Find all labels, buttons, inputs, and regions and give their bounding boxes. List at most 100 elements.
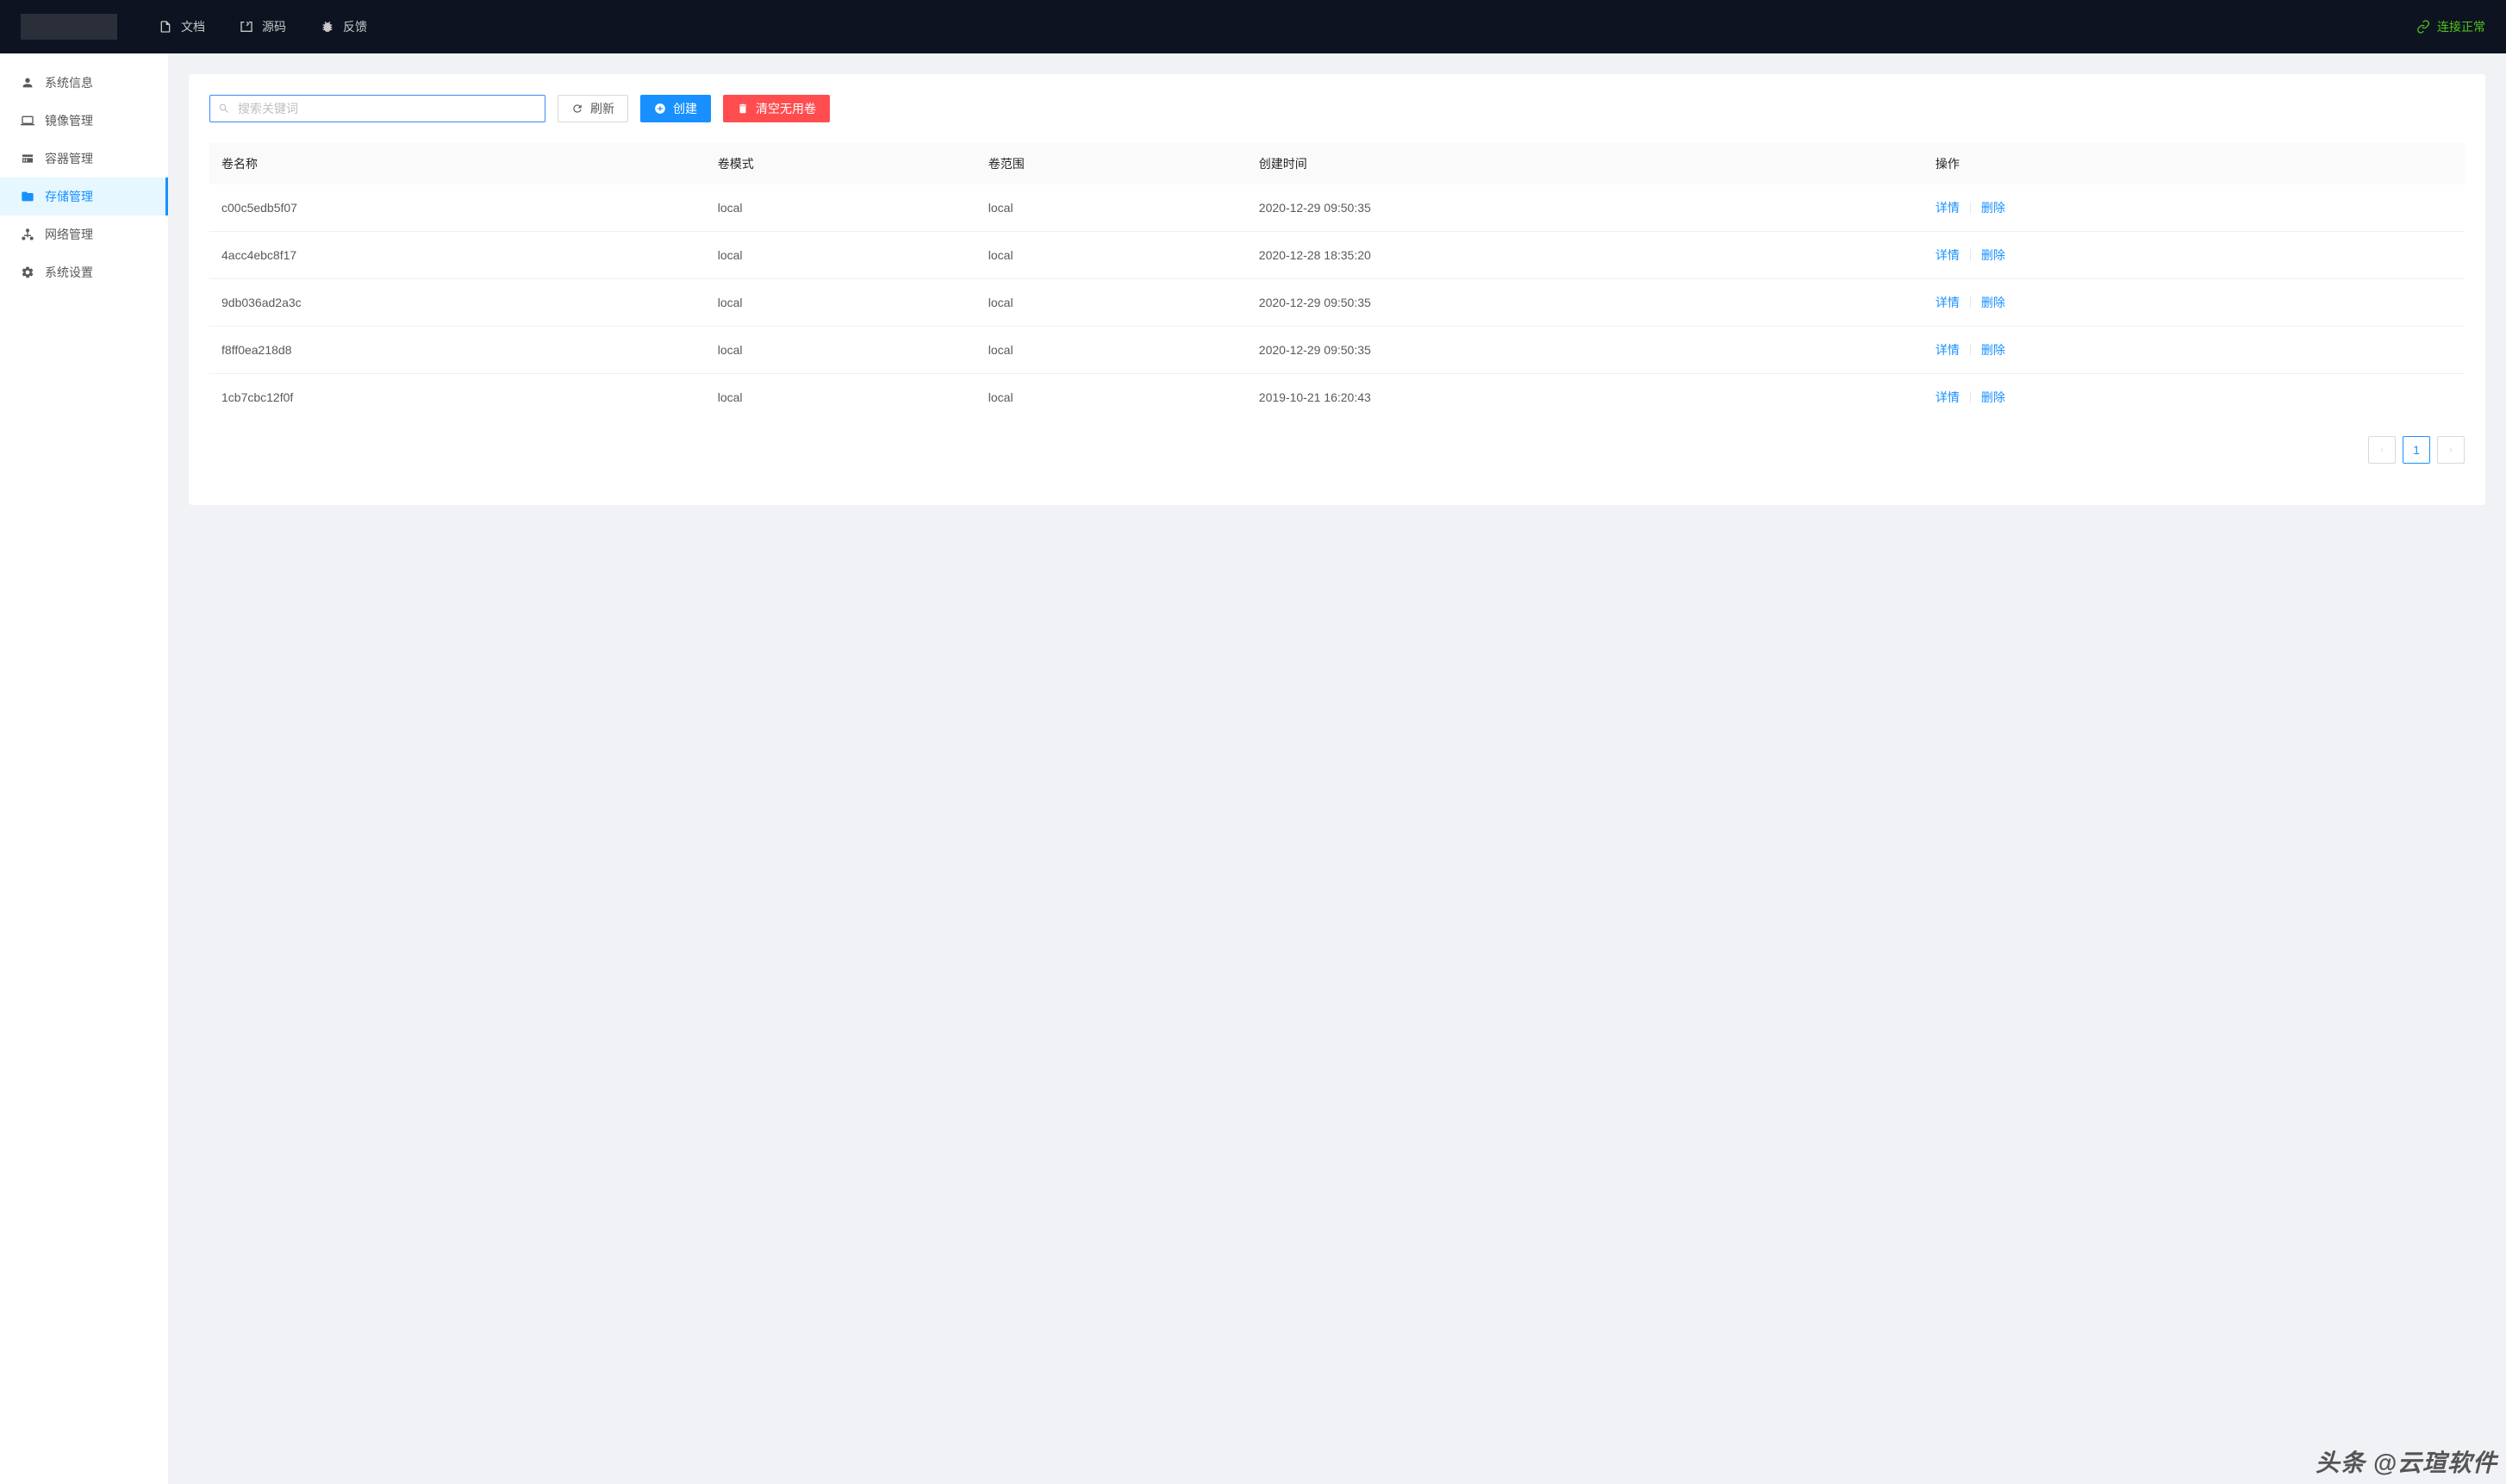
cell-mode: local — [706, 327, 976, 374]
user-icon — [21, 76, 34, 90]
nav-source[interactable]: 源码 — [240, 18, 286, 35]
cell-created: 2020-12-29 09:50:35 — [1247, 184, 1923, 232]
toolbar: 刷新 创建 清空无用卷 — [209, 95, 2465, 122]
sidebar-item-storage[interactable]: 存储管理 — [0, 178, 168, 215]
refresh-label: 刷新 — [590, 100, 614, 117]
gear-icon — [21, 265, 34, 279]
cell-created: 2020-12-29 09:50:35 — [1247, 279, 1923, 327]
sidebar-item-label: 系统设置 — [45, 264, 93, 281]
cell-scope: local — [976, 184, 1247, 232]
table-header-row: 卷名称 卷模式 卷范围 创建时间 操作 — [209, 143, 2465, 184]
cell-created: 2020-12-29 09:50:35 — [1247, 327, 1923, 374]
main-layout: 系统信息 镜像管理 容器管理 存储管理 网络管理 系统设置 — [0, 53, 2506, 1484]
page-prev[interactable] — [2368, 436, 2396, 464]
clear-label: 清空无用卷 — [756, 100, 816, 117]
sidebar-item-label: 容器管理 — [45, 150, 93, 167]
action-delete[interactable]: 删除 — [1981, 389, 2005, 406]
create-button[interactable]: 创建 — [640, 95, 711, 122]
folder-icon — [21, 190, 34, 203]
pagination: 1 — [209, 436, 2465, 464]
logo — [21, 14, 117, 40]
header-nav: 文档 源码 反馈 — [159, 18, 2416, 35]
app-header: 文档 源码 反馈 连接正常 — [0, 0, 2506, 53]
col-created: 创建时间 — [1247, 143, 1923, 184]
nav-label: 源码 — [262, 18, 286, 35]
container-icon — [21, 152, 34, 165]
table-row: c00c5edb5f07locallocal2020-12-29 09:50:3… — [209, 184, 2465, 232]
col-actions: 操作 — [1923, 143, 2465, 184]
page-next[interactable] — [2437, 436, 2465, 464]
nav-docs[interactable]: 文档 — [159, 18, 205, 35]
cell-scope: local — [976, 279, 1247, 327]
card: 刷新 创建 清空无用卷 卷名称 卷模式 卷范围 创建时间 — [189, 74, 2485, 505]
sidebar-item-label: 存储管理 — [45, 188, 93, 205]
table-row: 9db036ad2a3clocallocal2020-12-29 09:50:3… — [209, 279, 2465, 327]
cell-scope: local — [976, 327, 1247, 374]
cell-actions: 详情 删除 — [1923, 374, 2465, 421]
cell-mode: local — [706, 279, 976, 327]
link-icon — [2416, 20, 2430, 34]
cell-name: 9db036ad2a3c — [209, 279, 706, 327]
page-1[interactable]: 1 — [2403, 436, 2430, 464]
action-delete[interactable]: 删除 — [1981, 199, 2005, 216]
trash-icon — [737, 103, 749, 115]
refresh-icon — [571, 103, 583, 115]
sidebar-item-label: 系统信息 — [45, 74, 93, 91]
action-detail[interactable]: 详情 — [1936, 246, 1960, 264]
sidebar: 系统信息 镜像管理 容器管理 存储管理 网络管理 系统设置 — [0, 53, 168, 1484]
laptop-icon — [21, 114, 34, 128]
sidebar-item-label: 网络管理 — [45, 226, 93, 243]
table-row: 4acc4ebc8f17locallocal2020-12-28 18:35:2… — [209, 232, 2465, 279]
chevron-right-icon — [2447, 446, 2455, 454]
sidebar-item-system-info[interactable]: 系统信息 — [0, 64, 168, 102]
action-divider — [1970, 202, 1971, 214]
action-divider — [1970, 249, 1971, 261]
cell-scope: local — [976, 374, 1247, 421]
sidebar-item-container[interactable]: 容器管理 — [0, 140, 168, 178]
table-row: 1cb7cbc12f0flocallocal2019-10-21 16:20:4… — [209, 374, 2465, 421]
cell-created: 2019-10-21 16:20:43 — [1247, 374, 1923, 421]
cell-mode: local — [706, 184, 976, 232]
action-detail[interactable]: 详情 — [1936, 294, 1960, 311]
action-delete[interactable]: 删除 — [1981, 294, 2005, 311]
action-detail[interactable]: 详情 — [1936, 199, 1960, 216]
action-delete[interactable]: 删除 — [1981, 341, 2005, 359]
sidebar-item-network[interactable]: 网络管理 — [0, 215, 168, 253]
cell-actions: 详情 删除 — [1923, 184, 2465, 232]
cell-name: f8ff0ea218d8 — [209, 327, 706, 374]
bug-icon — [321, 20, 334, 34]
action-divider — [1970, 391, 1971, 403]
cell-mode: local — [706, 232, 976, 279]
volume-table: 卷名称 卷模式 卷范围 创建时间 操作 c00c5edb5f07localloc… — [209, 143, 2465, 421]
chevron-left-icon — [2378, 446, 2386, 454]
action-divider — [1970, 344, 1971, 356]
col-scope: 卷范围 — [976, 143, 1247, 184]
create-label: 创建 — [673, 100, 697, 117]
table-row: f8ff0ea218d8locallocal2020-12-29 09:50:3… — [209, 327, 2465, 374]
action-detail[interactable]: 详情 — [1936, 389, 1960, 406]
cell-actions: 详情 删除 — [1923, 232, 2465, 279]
cell-actions: 详情 删除 — [1923, 279, 2465, 327]
cell-created: 2020-12-28 18:35:20 — [1247, 232, 1923, 279]
action-detail[interactable]: 详情 — [1936, 341, 1960, 359]
col-mode: 卷模式 — [706, 143, 976, 184]
search-input[interactable] — [209, 95, 545, 122]
clear-button[interactable]: 清空无用卷 — [723, 95, 830, 122]
cell-scope: local — [976, 232, 1247, 279]
cell-name: 1cb7cbc12f0f — [209, 374, 706, 421]
sidebar-item-label: 镜像管理 — [45, 112, 93, 129]
action-delete[interactable]: 删除 — [1981, 246, 2005, 264]
nav-label: 文档 — [181, 18, 205, 35]
status-label: 连接正常 — [2437, 18, 2485, 35]
cell-actions: 详情 删除 — [1923, 327, 2465, 374]
network-icon — [21, 228, 34, 241]
sidebar-item-image[interactable]: 镜像管理 — [0, 102, 168, 140]
document-icon — [159, 20, 172, 34]
nav-feedback[interactable]: 反馈 — [321, 18, 367, 35]
search-wrap — [209, 95, 545, 122]
sidebar-item-settings[interactable]: 系统设置 — [0, 253, 168, 291]
refresh-button[interactable]: 刷新 — [558, 95, 628, 122]
action-divider — [1970, 296, 1971, 309]
col-name: 卷名称 — [209, 143, 706, 184]
cell-mode: local — [706, 374, 976, 421]
